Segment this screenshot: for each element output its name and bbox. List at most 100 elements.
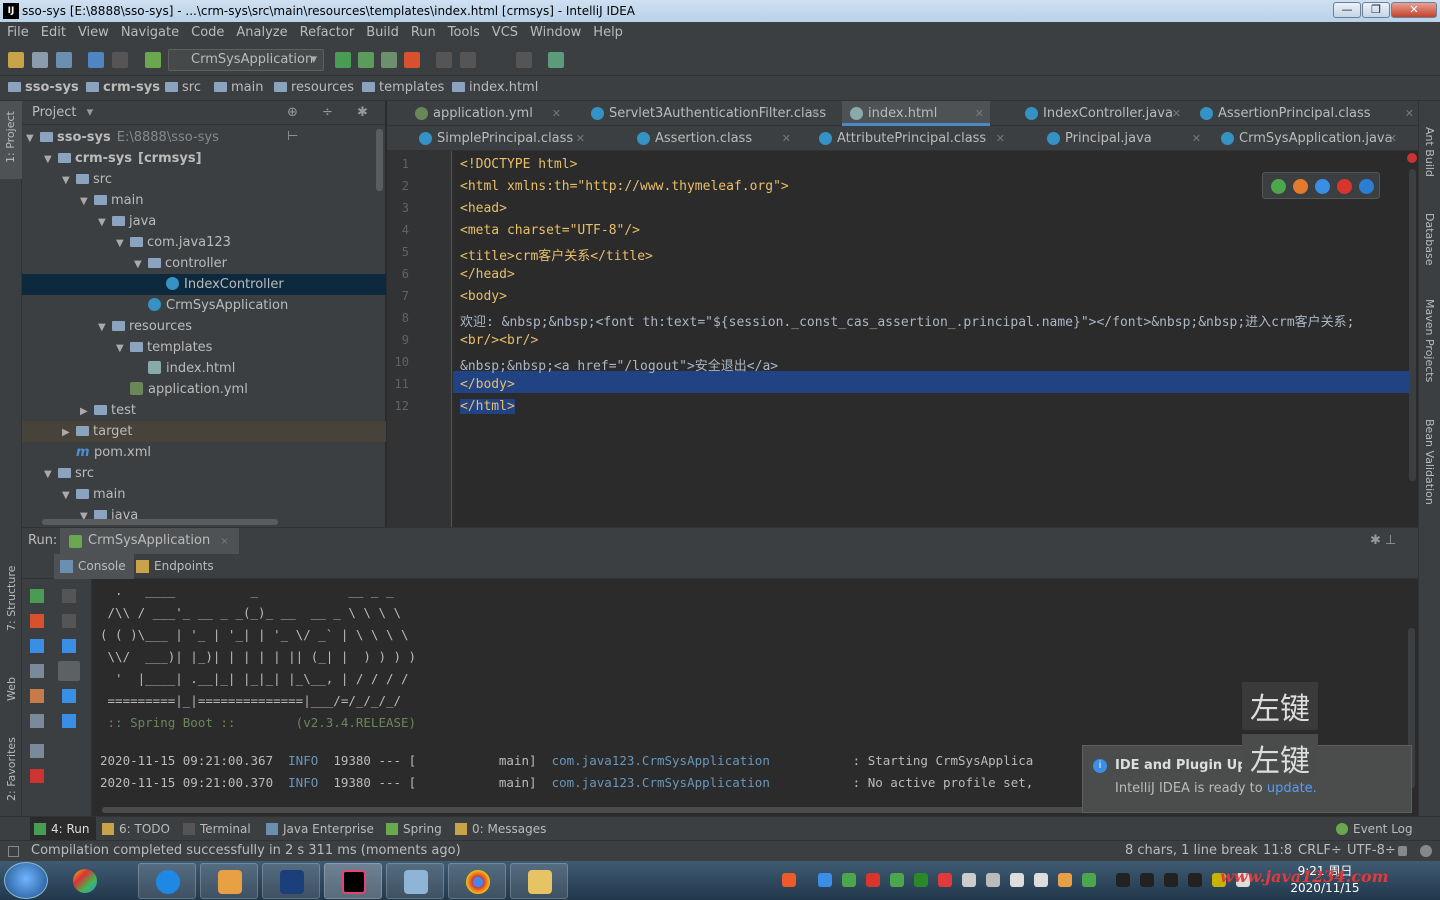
expand-arrow-icon[interactable]: ▶ [62,422,76,443]
tree-row[interactable]: ▶ test [22,400,386,421]
ant-build-tab[interactable]: Ant Build [1423,127,1436,177]
tree-row[interactable]: ▼ crm-sys [crmsys] [22,148,386,169]
ie-icon[interactable] [1359,179,1374,194]
tree-row[interactable]: index.html [22,358,386,379]
run-icon[interactable] [335,52,351,68]
tray-icon-4[interactable] [866,873,880,887]
close-tab-icon[interactable]: ✕ [811,101,820,126]
editor-tab[interactable]: SimplePrincipal.class ✕ [411,126,591,151]
print-icon[interactable] [62,689,76,703]
breadcrumb-item[interactable]: main [214,76,263,100]
tray-icon-3[interactable] [842,873,856,887]
close-tab-icon[interactable]: ✕ [782,126,791,151]
code-line[interactable]: &nbsp;&nbsp;<a href="/logout">安全退出</a> [460,355,778,374]
menu-item-navigate[interactable]: Navigate [121,25,179,40]
stop-icon[interactable] [30,614,44,628]
close-run-icon[interactable] [30,769,44,783]
tree-row[interactable]: ▶ target [22,421,386,442]
tree-row[interactable]: IndexController [22,274,386,295]
menu-item-build[interactable]: Build [366,25,399,40]
breadcrumb-item[interactable]: sso-sys [8,76,79,100]
favorites-tool-tab[interactable]: 2: Favorites [5,737,18,801]
vcs-icon[interactable] [548,52,564,68]
vertical-scrollbar[interactable] [376,129,383,191]
menu-item-analyze[interactable]: Analyze [236,25,287,40]
editor-tab[interactable]: AssertionPrincipal.class ✕ [1192,101,1420,126]
editor-tab[interactable]: application.yml ✕ [407,101,567,126]
close-tab-icon[interactable]: ✕ [1192,126,1201,151]
tray-icon-2[interactable] [818,873,832,887]
file-encoding[interactable]: UTF-8÷ [1347,841,1396,861]
taskbar-app-4[interactable] [262,863,320,899]
scroll-up-icon[interactable] [62,589,76,603]
start-button[interactable] [4,862,48,899]
tree-row[interactable]: ▼ src [22,169,386,190]
forward-arrow-icon[interactable] [112,52,128,68]
layout-icon[interactable] [30,714,44,728]
back-arrow-icon[interactable] [88,52,104,68]
menu-item-view[interactable]: View [78,25,109,40]
stop-icon[interactable] [404,52,420,68]
code-line[interactable]: </body> [460,377,515,392]
database-tab[interactable]: Database [1423,213,1436,266]
code-line[interactable]: 欢迎: &nbsp;&nbsp;<font th:text="${session… [460,311,1355,330]
open-folder-icon[interactable] [8,52,24,68]
editor-scrollbar[interactable] [1409,169,1416,481]
tray-icon-10[interactable] [1010,873,1024,887]
sdk-icon[interactable] [460,52,476,68]
menu-item-help[interactable]: Help [593,25,623,40]
menu-item-edit[interactable]: Edit [41,25,66,40]
dump-threads-icon[interactable] [30,664,44,678]
editor-tab[interactable]: CrmSysApplication.java ✕ [1213,126,1403,151]
close-tab-icon[interactable]: ✕ [1405,101,1414,126]
tree-row[interactable]: ▼ sso-sys E:\8888\sso-sys [22,127,386,148]
bottom-tab-1[interactable]: 6: TODO [102,817,170,841]
collapse-arrow-icon[interactable]: ▼ [62,485,76,506]
chrome-icon[interactable] [1271,179,1286,194]
tray-icon-9[interactable] [986,873,1000,887]
qq-icon-4[interactable] [1188,873,1202,887]
collapse-arrow-icon[interactable]: ▼ [116,338,130,359]
menu-item-run[interactable]: Run [411,25,436,40]
console-hscrollbar[interactable] [102,807,1102,813]
maven-projects-tab[interactable]: Maven Projects [1423,299,1436,382]
bottom-tab-3[interactable]: Java Enterprise [266,817,374,841]
soft-wrap-icon[interactable] [62,639,76,653]
tree-row[interactable]: ▼ controller [22,253,386,274]
inspector-icon[interactable] [1420,845,1432,857]
event-log-tab[interactable]: Event Log [1336,817,1413,841]
tree-row[interactable]: ▼ src [22,463,386,484]
coverage-icon[interactable] [381,52,397,68]
taskbar-app-explorer[interactable] [510,863,568,899]
close-tab-icon[interactable]: ✕ [576,126,585,151]
structure-tool-tab[interactable]: 7: Structure [5,566,18,631]
collapse-arrow-icon[interactable]: ▼ [98,317,112,338]
tree-row[interactable]: ▼ resources [22,316,386,337]
tray-icon-12[interactable] [1058,873,1072,887]
expand-arrow-icon[interactable]: ▶ [80,401,94,422]
wechat-icon[interactable] [1082,873,1096,887]
taskbar-app-1[interactable] [56,863,114,899]
taskbar-app-chrome[interactable] [448,863,506,899]
code-line[interactable]: </head> [460,267,515,282]
editor-tab[interactable]: Servlet3AuthenticationFilter.class ✕ [583,101,826,126]
bottom-tab-2[interactable]: Terminal [183,817,251,841]
collapse-arrow-icon[interactable]: ▼ [98,212,112,233]
breadcrumb-item[interactable]: src [165,76,201,100]
code-line[interactable]: <!DOCTYPE html> [460,157,577,172]
qq-icon-2[interactable] [1140,873,1154,887]
error-indicator-icon[interactable] [1407,153,1417,163]
line-separator[interactable]: CRLF÷ [1298,841,1342,861]
editor-tab[interactable]: Assertion.class ✕ [629,126,797,151]
close-tab-icon[interactable]: ✕ [552,101,561,126]
project-tool-tab[interactable]: 1: Project [4,111,17,163]
tree-row[interactable]: m pom.xml [22,442,386,463]
menu-item-code[interactable]: Code [191,25,224,40]
lock-icon[interactable] [1398,846,1407,856]
firefox-icon[interactable] [1293,179,1308,194]
run-config-tab[interactable]: CrmSysApplication × [60,528,239,554]
chevron-down-icon[interactable]: ▾ [87,105,94,120]
tree-row[interactable]: CrmSysApplication [22,295,386,316]
tree-row[interactable]: ▼ main [22,484,386,505]
scroll-to-end-icon[interactable] [58,661,80,681]
